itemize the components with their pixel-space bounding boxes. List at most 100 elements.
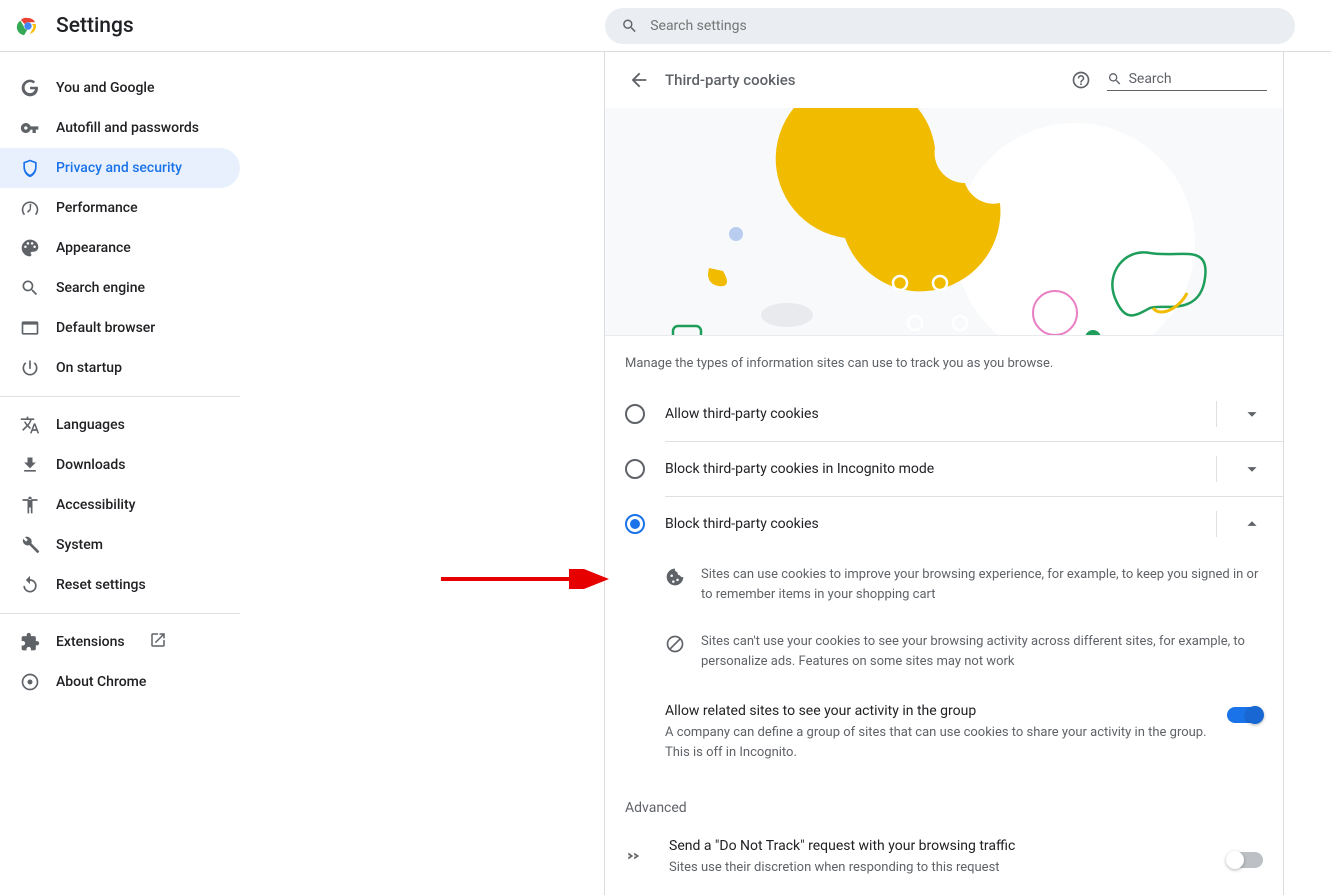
wrench-icon — [20, 535, 40, 555]
sidebar-item-label: About Chrome — [56, 674, 146, 690]
panel-description: Manage the types of information sites ca… — [605, 336, 1283, 387]
sidebar-item-label: System — [56, 537, 103, 553]
radio-unchecked-icon — [625, 404, 645, 424]
page-title: Settings — [56, 14, 134, 38]
sidebar-item-label: Appearance — [56, 240, 131, 256]
sidebar-item-about[interactable]: About Chrome — [0, 662, 240, 702]
sidebar-item-search-engine[interactable]: Search engine — [0, 268, 240, 308]
sidebar-item-label: Accessibility — [56, 497, 135, 513]
option-label: Block third-party cookies in Incognito m… — [665, 461, 934, 477]
send-arrow-icon — [625, 846, 645, 870]
chevron-up-icon — [1241, 513, 1263, 535]
settings-panel: Third-party cookies — [604, 52, 1284, 895]
divider — [0, 396, 240, 397]
block-icon — [665, 634, 685, 654]
related-sites-row: Allow related sites to see your activity… — [605, 685, 1283, 780]
sidebar-item-autofill[interactable]: Autofill and passwords — [0, 108, 240, 148]
expand-button[interactable] — [1216, 456, 1263, 482]
sidebar-item-extensions[interactable]: Extensions — [0, 622, 240, 662]
option-allow-third-party[interactable]: Allow third-party cookies — [605, 387, 1283, 441]
speedometer-icon — [20, 198, 40, 218]
radio-unchecked-icon — [625, 459, 645, 479]
sidebar-item-label: Extensions — [56, 634, 125, 650]
search-icon — [20, 278, 40, 298]
reset-icon — [20, 575, 40, 595]
search-icon — [1107, 70, 1123, 88]
sidebar-item-reset[interactable]: Reset settings — [0, 565, 240, 605]
panel-header: Third-party cookies — [605, 52, 1283, 108]
search-settings-input[interactable] — [650, 18, 1279, 34]
panel-search-field[interactable] — [1107, 70, 1267, 91]
sidebar-item-label: Default browser — [56, 320, 155, 336]
sidebar-item-label: Reset settings — [56, 577, 146, 593]
advanced-heading: Advanced — [605, 780, 1283, 824]
chevron-down-icon — [1241, 403, 1263, 425]
sidebar: You and Google Autofill and passwords Pr… — [0, 52, 256, 895]
radio-checked-icon — [625, 514, 645, 534]
browser-icon — [20, 318, 40, 338]
arrow-back-icon — [628, 69, 650, 91]
sidebar-item-privacy-security[interactable]: Privacy and security — [0, 148, 240, 188]
accessibility-icon — [20, 495, 40, 515]
sidebar-item-default-browser[interactable]: Default browser — [0, 308, 240, 348]
chevron-down-icon — [1241, 458, 1263, 480]
expand-button[interactable] — [1216, 401, 1263, 427]
panel-search-input[interactable] — [1129, 71, 1267, 87]
sidebar-item-label: You and Google — [56, 80, 154, 96]
dnt-title: Send a "Do Not Track" request with your … — [669, 838, 1227, 854]
sidebar-item-label: Languages — [56, 417, 125, 433]
sidebar-item-on-startup[interactable]: On startup — [0, 348, 240, 388]
dnt-subtitle: Sites use their discretion when respondi… — [669, 858, 1227, 878]
option-block-incognito[interactable]: Block third-party cookies in Incognito m… — [605, 442, 1283, 496]
sidebar-item-label: Privacy and security — [56, 160, 182, 176]
app-header: Settings — [0, 0, 1331, 52]
related-sites-subtitle: A company can define a group of sites th… — [665, 723, 1227, 762]
content-area: Third-party cookies — [256, 52, 1331, 895]
sidebar-item-performance[interactable]: Performance — [0, 188, 240, 228]
detail-text: Sites can't use your cookies to see your… — [701, 632, 1263, 671]
search-icon — [621, 17, 638, 35]
cookies-illustration — [605, 108, 1283, 336]
option-block-third-party[interactable]: Block third-party cookies — [605, 497, 1283, 551]
collapse-button[interactable] — [1216, 511, 1263, 537]
sidebar-item-downloads[interactable]: Downloads — [0, 445, 240, 485]
annotation-arrow-icon — [441, 569, 616, 589]
chrome-about-icon — [20, 672, 40, 692]
sidebar-item-system[interactable]: System — [0, 525, 240, 565]
sidebar-item-label: Downloads — [56, 457, 125, 473]
sidebar-item-label: Search engine — [56, 280, 145, 296]
download-icon — [20, 455, 40, 475]
sidebar-item-you-and-google[interactable]: You and Google — [0, 68, 240, 108]
related-sites-toggle[interactable] — [1227, 707, 1263, 723]
power-icon — [20, 358, 40, 378]
help-icon — [1071, 70, 1091, 90]
help-button[interactable] — [1071, 70, 1091, 90]
search-settings-field[interactable] — [605, 8, 1295, 44]
chrome-logo-icon — [16, 14, 40, 38]
sidebar-item-label: On startup — [56, 360, 122, 376]
cookie-icon — [665, 567, 685, 587]
palette-icon — [20, 238, 40, 258]
dnt-toggle[interactable] — [1227, 852, 1263, 868]
option-label: Allow third-party cookies — [665, 406, 819, 422]
back-button[interactable] — [621, 62, 657, 98]
translate-icon — [20, 415, 40, 435]
shield-icon — [20, 158, 40, 178]
sidebar-item-accessibility[interactable]: Accessibility — [0, 485, 240, 525]
sidebar-item-label: Autofill and passwords — [56, 120, 199, 136]
google-g-icon — [20, 78, 40, 98]
option-label: Block third-party cookies — [665, 516, 819, 532]
sidebar-item-languages[interactable]: Languages — [0, 405, 240, 445]
detail-cookie-blocked: Sites can't use your cookies to see your… — [605, 618, 1283, 685]
external-link-icon — [149, 631, 167, 653]
related-sites-title: Allow related sites to see your activity… — [665, 703, 1227, 719]
sidebar-item-appearance[interactable]: Appearance — [0, 228, 240, 268]
extension-icon — [20, 632, 40, 652]
detail-cookie-allowed: Sites can use cookies to improve your br… — [605, 551, 1283, 618]
key-icon — [20, 118, 40, 138]
do-not-track-row[interactable]: Send a "Do Not Track" request with your … — [605, 824, 1283, 892]
panel-title: Third-party cookies — [665, 71, 796, 89]
divider — [0, 613, 240, 614]
sidebar-item-label: Performance — [56, 200, 138, 216]
detail-text: Sites can use cookies to improve your br… — [701, 565, 1263, 604]
